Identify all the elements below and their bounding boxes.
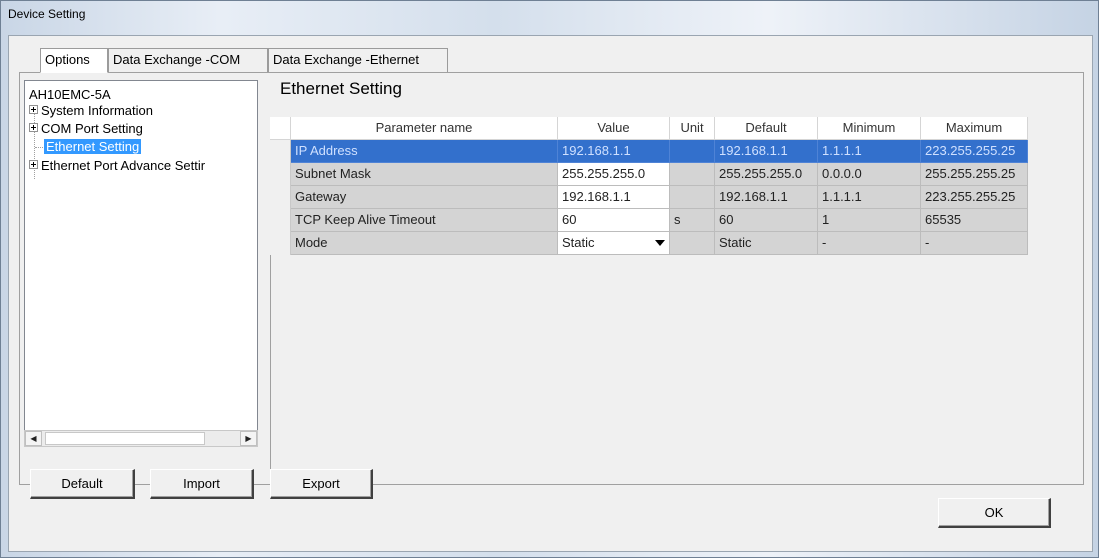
cell-parameter-name: TCP Keep Alive Timeout — [291, 209, 558, 232]
dropdown-arrow-icon[interactable] — [655, 240, 665, 246]
column-header-parameter-name[interactable]: Parameter name — [291, 117, 558, 140]
export-button[interactable]: Export — [270, 469, 373, 499]
ok-button[interactable]: OK — [938, 498, 1051, 528]
row-header[interactable] — [270, 163, 291, 186]
cell-maximum: 223.255.255.25 — [921, 140, 1028, 163]
cell-minimum: - — [818, 232, 921, 255]
cell-minimum: 1.1.1.1 — [818, 140, 921, 163]
cell-value[interactable]: 192.168.1.1 — [558, 140, 670, 163]
settings-tree[interactable]: AH10EMC-5A System Information COM Port S… — [24, 80, 258, 447]
cell-value[interactable]: 192.168.1.1 — [558, 186, 670, 209]
cell-minimum: 1 — [818, 209, 921, 232]
device-setting-window: Device Setting Options Data Exchange -CO… — [0, 0, 1099, 558]
column-header-minimum[interactable]: Minimum — [818, 117, 921, 140]
cell-value[interactable]: 255.255.255.0 — [558, 163, 670, 186]
import-button[interactable]: Import — [150, 469, 254, 499]
tree-item-ethernet-setting[interactable]: Ethernet Setting — [44, 139, 142, 154]
grid-corner — [270, 117, 291, 140]
section-title: Ethernet Setting — [280, 79, 402, 98]
tree-item-ethernet-port-advance[interactable]: Ethernet Port Advance Settir — [29, 158, 205, 173]
expand-plus-icon[interactable] — [29, 123, 38, 132]
column-header-value[interactable]: Value — [558, 117, 670, 140]
cell-parameter-name: Subnet Mask — [291, 163, 558, 186]
window-title: Device Setting — [8, 7, 86, 21]
cell-default: 192.168.1.1 — [715, 140, 818, 163]
row-header[interactable] — [270, 140, 291, 163]
cell-maximum: 65535 — [921, 209, 1028, 232]
title-bar[interactable]: Device Setting — [1, 1, 1098, 35]
expand-plus-icon[interactable] — [29, 160, 38, 169]
mode-dropdown-value: Static — [562, 235, 595, 250]
scroll-thumb[interactable] — [45, 432, 205, 445]
cell-default: 192.168.1.1 — [715, 186, 818, 209]
dialog-client-area: Options Data Exchange -COM Data Exchange… — [8, 35, 1093, 552]
column-header-unit[interactable]: Unit — [670, 117, 715, 140]
cell-unit — [670, 186, 715, 209]
tree-item-label: Ethernet Setting — [44, 139, 142, 154]
default-button[interactable]: Default — [30, 469, 135, 499]
cell-parameter-name: Gateway — [291, 186, 558, 209]
row-header[interactable] — [270, 232, 291, 255]
cell-default: 60 — [715, 209, 818, 232]
tree-connector — [35, 147, 43, 148]
expand-plus-icon[interactable] — [29, 105, 38, 114]
column-header-maximum[interactable]: Maximum — [921, 117, 1028, 140]
column-header-default[interactable]: Default — [715, 117, 818, 140]
tab-options[interactable]: Options — [40, 48, 108, 73]
cell-default: 255.255.255.0 — [715, 163, 818, 186]
tree-item-com-port-setting[interactable]: COM Port Setting — [29, 121, 143, 136]
scroll-right-arrow-icon[interactable]: ▶ — [240, 431, 257, 446]
cell-default: Static — [715, 232, 818, 255]
cell-maximum: - — [921, 232, 1028, 255]
cell-maximum: 223.255.255.25 — [921, 186, 1028, 209]
tree-item-label: Ethernet Port Advance Settir — [41, 158, 206, 173]
mode-dropdown[interactable]: Static — [558, 232, 670, 255]
cell-parameter-name: IP Address — [291, 140, 558, 163]
tree-horizontal-scrollbar[interactable]: ◀ ▶ — [24, 430, 258, 447]
row-header[interactable] — [270, 209, 291, 232]
cell-unit — [670, 163, 715, 186]
tab-data-exchange-ethernet[interactable]: Data Exchange -Ethernet — [268, 48, 448, 72]
cell-maximum: 255.255.255.25 — [921, 163, 1028, 186]
tree-item-label: System Information — [41, 103, 153, 118]
tree-root-label[interactable]: AH10EMC-5A — [29, 87, 111, 102]
scroll-left-arrow-icon[interactable]: ◀ — [25, 431, 42, 446]
cell-value[interactable]: 60 — [558, 209, 670, 232]
cell-minimum: 0.0.0.0 — [818, 163, 921, 186]
cell-parameter-name: Mode — [291, 232, 558, 255]
tree-item-system-information[interactable]: System Information — [29, 103, 153, 118]
cell-unit: s — [670, 209, 715, 232]
cell-unit — [670, 232, 715, 255]
tab-data-exchange-com[interactable]: Data Exchange -COM — [108, 48, 268, 72]
cell-minimum: 1.1.1.1 — [818, 186, 921, 209]
row-header[interactable] — [270, 186, 291, 209]
tree-item-label: COM Port Setting — [41, 121, 143, 136]
cell-unit — [670, 140, 715, 163]
